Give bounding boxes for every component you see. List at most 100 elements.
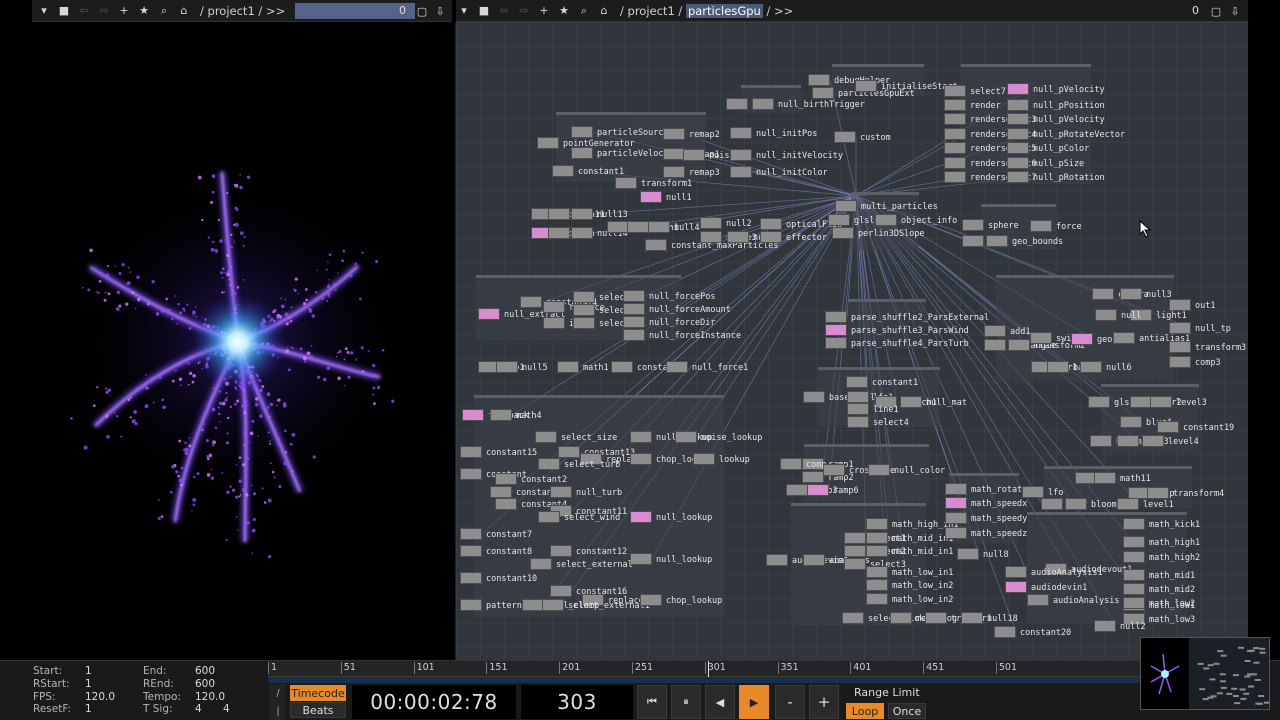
network-node[interactable] [1007,157,1029,169]
network-node[interactable] [807,484,829,496]
path-suffix[interactable]: / >> [766,4,793,18]
network-node[interactable] [640,594,662,606]
step-back-button[interactable]: ◀ [705,685,735,719]
network-node-label[interactable]: pattern4 [486,601,527,611]
network-node-label[interactable]: force [1056,222,1082,232]
network-node[interactable] [478,308,500,320]
network-node[interactable] [1169,299,1191,311]
network-node[interactable] [550,545,572,557]
square-icon[interactable]: ▢ [414,3,430,19]
network-node-label[interactable]: math11 [1120,474,1151,484]
network-node[interactable] [571,147,593,159]
pause-button[interactable]: ⏸ [671,685,701,719]
star-icon[interactable]: ★ [136,3,152,19]
network-node-label[interactable]: null_forceInstance [649,331,741,341]
network-node[interactable] [550,486,572,498]
network-node-label[interactable]: null_initPos [756,129,817,139]
network-node-label[interactable]: math4 [516,411,542,421]
network-node[interactable] [962,235,984,247]
stop-icon[interactable]: ■ [476,3,492,19]
network-node-label[interactable]: select_size [561,433,617,443]
network-node-label[interactable]: ramp6 [833,486,859,496]
network-node[interactable] [803,554,825,566]
rewind-button[interactable]: ⏮ [637,685,667,719]
network-node[interactable] [984,325,1006,337]
network-node-label[interactable]: multi_particles [861,202,938,212]
network-node[interactable] [945,497,967,509]
network-node[interactable] [645,239,667,251]
network-node[interactable] [1120,288,1142,300]
network-node[interactable] [835,200,857,212]
network-node-label[interactable]: null_force1 [692,363,748,373]
network-node-label[interactable]: constant10 [486,574,537,584]
network-node[interactable] [535,431,557,443]
network-node[interactable] [675,431,697,443]
network-node[interactable] [1123,569,1145,581]
bar-icon[interactable]: | [270,702,286,720]
frame-display[interactable]: 303 [521,685,633,719]
network-node[interactable] [663,166,685,178]
render-viewer[interactable] [0,22,455,660]
network-node-label[interactable]: constant20 [1020,628,1071,638]
network-node-label[interactable]: null_lookup [656,555,712,565]
network-node[interactable] [543,301,565,313]
network-node[interactable] [866,518,888,530]
network-node-label[interactable]: audioAnalysis1 [1031,568,1103,578]
network-node[interactable] [1030,220,1052,232]
network-node-label[interactable]: null_pRotateVector [1033,130,1125,140]
network-node-label[interactable]: constant15 [486,448,537,458]
network-node[interactable] [780,458,802,470]
network-node-label[interactable]: null13 [597,210,628,220]
network-node-label[interactable]: null_lookup [656,513,712,523]
network-node-label[interactable]: null [1121,311,1141,321]
network-node[interactable] [537,137,559,149]
network-node[interactable] [460,528,482,540]
network-node-label[interactable]: object_info [901,216,957,226]
network-node[interactable] [847,391,869,403]
network-node[interactable] [844,545,866,557]
network-node-label[interactable]: chop_lookup [666,596,722,606]
end-value[interactable]: 600 [195,665,253,678]
network-node[interactable] [1169,322,1191,334]
network-node[interactable] [944,128,966,140]
network-node[interactable] [828,214,850,226]
network-node-label[interactable]: null_mat [926,398,967,408]
timeline-range-bar[interactable] [268,677,1140,683]
network-node-label[interactable]: null_pColor [1033,144,1089,154]
network-node[interactable] [1123,583,1145,595]
network-node[interactable] [823,464,845,476]
network-node-label[interactable]: null_tp [1195,324,1231,334]
network-node[interactable] [727,231,749,243]
left-pane-path[interactable]: / project1 / >> [200,4,285,18]
decrement-button[interactable]: - [775,685,805,719]
network-overview-thumbnail[interactable] [1140,637,1270,710]
network-node[interactable] [1090,435,1112,447]
timeline-ruler[interactable]: 1 51 101 151 201 251 301 351 401 451 501 [268,661,1140,683]
forward-icon[interactable]: ⇨ [516,3,532,19]
network-node-label[interactable]: select7 [970,87,1006,97]
network-node[interactable] [847,403,869,415]
network-node-label[interactable]: math_high1 [1149,538,1200,548]
network-node[interactable] [1094,620,1116,632]
network-node[interactable] [573,317,595,329]
network-node[interactable] [666,361,688,373]
network-node[interactable] [615,177,637,189]
network-node[interactable] [683,149,705,161]
network-node[interactable] [825,311,847,323]
network-node-label[interactable]: null_pRotation [1033,173,1105,183]
network-node[interactable] [944,171,966,183]
network-node-label[interactable]: math_speedz [971,529,1027,539]
network-node[interactable] [847,416,869,428]
network-node-label[interactable]: lfo [1048,488,1063,498]
network-node[interactable] [945,527,967,539]
network-node[interactable] [543,317,565,329]
path-current[interactable]: particlesGpu [685,3,763,18]
network-node[interactable] [1094,472,1116,484]
network-node-label[interactable]: null_pVelocity [1033,115,1105,125]
forward-icon[interactable]: ⇨ [96,3,112,19]
network-node[interactable] [630,553,652,565]
network-node[interactable] [825,337,847,349]
network-node-label[interactable]: transform1 [641,179,692,189]
network-node[interactable] [1123,518,1145,530]
menu-down-icon[interactable]: ▾ [36,3,52,19]
